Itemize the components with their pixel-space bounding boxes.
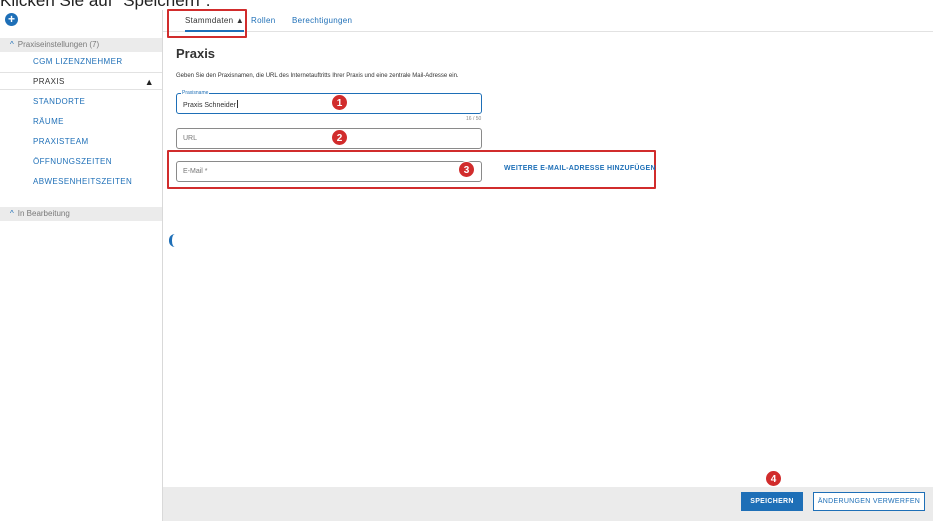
text-cursor bbox=[236, 100, 238, 108]
step-badge-2: 2 bbox=[331, 129, 348, 146]
sidebar-item-abwesenheitszeiten[interactable]: ABWESENHEITSZEITEN bbox=[0, 173, 162, 191]
sidebar-item-praxis[interactable]: PRAXIS ▲ bbox=[0, 72, 162, 90]
tab-berechtigungen[interactable]: Berechtigungen bbox=[292, 10, 352, 32]
sidebar-item-label: RÄUME bbox=[33, 117, 64, 126]
discard-changes-button[interactable]: ÄNDERUNGEN VERWERFEN bbox=[813, 492, 925, 511]
sidebar-item-label: ÖFFNUNGSZEITEN bbox=[33, 157, 112, 166]
sidebar-item-oeffnungszeiten[interactable]: ÖFFNUNGSZEITEN bbox=[0, 153, 162, 171]
sidebar-divider bbox=[162, 10, 163, 521]
sidebar: + ^ Praxiseinstellungen (7) CGM LIZENZNEH… bbox=[0, 10, 162, 521]
praxisname-label: Praxisname bbox=[181, 90, 210, 96]
app-root: Klicken Sie auf "Speichern". + ^ Praxisei… bbox=[0, 0, 933, 521]
sidebar-item-label: CGM LIZENZNEHMER bbox=[33, 57, 123, 66]
add-icon[interactable]: + bbox=[5, 13, 18, 26]
highlight-tab-box bbox=[167, 9, 247, 38]
step-badge-1: 1 bbox=[331, 94, 348, 111]
sidebar-item-label: ABWESENHEITSZEITEN bbox=[33, 177, 133, 186]
tab-rollen[interactable]: Rollen bbox=[251, 10, 275, 32]
sidebar-item-label: PRAXIS bbox=[33, 77, 65, 86]
chevron-up-icon: ^ bbox=[10, 209, 14, 218]
praxisname-value-text: Praxis Schneider bbox=[183, 102, 236, 109]
step-badge-4: 4 bbox=[765, 470, 782, 487]
praxisname-counter: 16 / 50 bbox=[466, 116, 482, 122]
collapse-handle-icon[interactable] bbox=[169, 234, 175, 247]
sidebar-group-praxiseinstellungen[interactable]: ^ Praxiseinstellungen (7) bbox=[0, 38, 162, 52]
sidebar-item-label: PRAXISTEAM bbox=[33, 137, 89, 146]
sidebar-item-label: STANDORTE bbox=[33, 97, 86, 106]
tab-label: Berechtigungen bbox=[292, 16, 353, 25]
praxisname-field[interactable]: Praxisname Praxis Schneider bbox=[176, 90, 482, 114]
sidebar-item-cgm-lizenznehmer[interactable]: CGM LIZENZNEHMER bbox=[0, 53, 162, 71]
step-badge-3: 3 bbox=[458, 161, 475, 178]
tab-bar: Stammdaten ▲ Rollen Berechtigungen bbox=[163, 10, 933, 32]
url-field[interactable]: URL bbox=[176, 128, 482, 149]
sidebar-group-label: Praxiseinstellungen (7) bbox=[17, 40, 100, 49]
page-description: Geben Sie den Praxisnamen, die URL des I… bbox=[176, 73, 459, 79]
sidebar-group-label: In Bearbeitung bbox=[17, 209, 70, 218]
add-email-link[interactable]: WEITERE E-MAIL-ADRESSE HINZUFÜGEN bbox=[504, 165, 656, 172]
sidebar-group-in-bearbeitung[interactable]: ^ In Bearbeitung bbox=[0, 207, 162, 221]
sidebar-item-praxisteam[interactable]: PRAXISTEAM bbox=[0, 133, 162, 151]
email-placeholder: E-Mail * bbox=[183, 168, 208, 175]
praxisname-value: Praxis Schneider bbox=[183, 100, 238, 109]
page-title: Praxis bbox=[176, 46, 216, 61]
email-field[interactable]: E-Mail * bbox=[176, 161, 482, 182]
tab-label: Rollen bbox=[251, 16, 276, 25]
sidebar-item-standorte[interactable]: STANDORTE bbox=[0, 93, 162, 111]
sidebar-item-raeume[interactable]: RÄUME bbox=[0, 113, 162, 131]
url-placeholder: URL bbox=[183, 135, 198, 142]
save-button[interactable]: SPEICHERN bbox=[741, 492, 803, 511]
active-marker-icon: ▲ bbox=[144, 77, 154, 87]
chevron-up-icon: ^ bbox=[10, 40, 14, 49]
footer-bar: SPEICHERN ÄNDERUNGEN VERWERFEN bbox=[163, 487, 933, 521]
